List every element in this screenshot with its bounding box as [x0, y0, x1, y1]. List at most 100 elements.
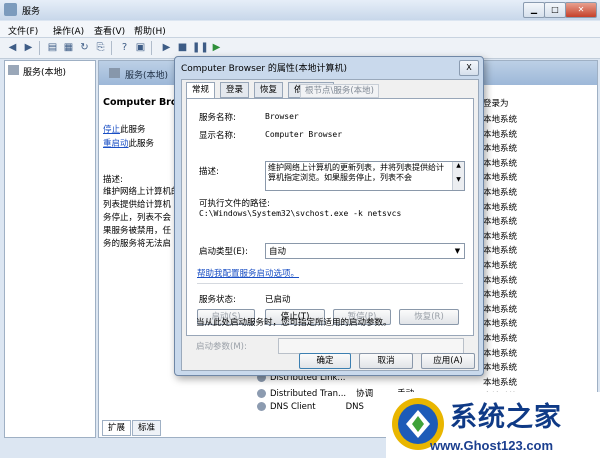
stop-service-link[interactable]: 停止此服务 — [103, 123, 146, 135]
logon-as-cell: 本地系统 — [483, 144, 518, 155]
console-tree-icon[interactable]: ▤ — [46, 41, 59, 54]
startup-type-select[interactable]: 自动 ▼ — [265, 243, 465, 259]
chevron-down-icon: ▼ — [454, 247, 461, 255]
show-hide-icon[interactable]: ▣ — [134, 41, 147, 54]
description-label: 描述: — [199, 167, 219, 177]
start-params-label: 启动参数(M): — [196, 342, 247, 352]
service-status-value: 已启动 — [265, 295, 291, 305]
service-name-value: Browser — [265, 112, 299, 121]
close-icon: ✕ — [577, 5, 585, 14]
tab-general[interactable]: 常规 — [186, 82, 216, 99]
executable-path-label: 可执行文件的路径: — [199, 199, 270, 209]
configure-startup-help-link[interactable]: 帮助我配置服务启动选项。 — [197, 267, 299, 279]
display-name-value: Computer Browser — [265, 130, 343, 139]
minimize-button[interactable]: ▁ — [523, 2, 545, 18]
dialog-close-button[interactable]: X — [459, 60, 479, 76]
tab-logon[interactable]: 登录 — [220, 82, 250, 98]
resume-button[interactable]: 恢复(R) — [399, 309, 459, 325]
title-bar: 服务 ▁ □ ✕ — [0, 0, 600, 20]
service-name-label: 服务名称: — [199, 113, 236, 123]
logon-as-cell: 本地系统 — [483, 261, 518, 271]
maximize-button[interactable]: □ — [544, 2, 566, 18]
logon-as-cell: 本地系统 — [483, 158, 518, 169]
logon-as-cell: 本地系统 — [483, 334, 518, 344]
toolbar-separator — [151, 41, 152, 55]
menu-help[interactable]: 帮助(H) — [134, 24, 166, 37]
executable-path-value: C:\Windows\System32\svchost.exe -k netsv… — [199, 209, 402, 218]
logon-as-cell: 本地系统 — [483, 202, 518, 213]
properties-sheet-icon[interactable]: ▦ — [62, 41, 75, 54]
tree-item-services-local[interactable]: 服务(本地) — [23, 65, 66, 78]
startup-type-label: 启动类型(E): — [199, 247, 248, 257]
pause-service-icon[interactable]: ❚❚ — [192, 41, 209, 54]
cancel-button[interactable]: 取消 — [359, 353, 413, 369]
gear-icon — [109, 68, 120, 78]
forward-arrow-icon[interactable]: ▶ — [22, 41, 35, 54]
table-row[interactable]: DNS Client DNS — [257, 402, 364, 412]
scroll-up-icon: ▲ — [456, 162, 461, 169]
startup-type-value: 自动 — [269, 247, 287, 257]
help-icon[interactable]: ? — [118, 41, 131, 54]
tab-extended[interactable]: 扩展 — [102, 420, 132, 436]
logon-as-cell: 本地系统 — [483, 275, 518, 286]
start-params-hint: 当从此处启动服务时，您可指定所适用的启动参数。 — [196, 318, 392, 328]
description-scrollbar[interactable]: ▲ ▼ — [452, 162, 464, 190]
logon-as-cell: 本地系统 — [483, 363, 518, 374]
console-tree: 服务(本地) — [4, 60, 96, 438]
description-line: 务的服务将无法启 — [103, 239, 172, 249]
maximize-icon: □ — [551, 5, 559, 14]
logon-as-cell: 本地系统 — [483, 377, 518, 388]
description-line: 务停止，列表不会 — [103, 213, 172, 223]
gear-icon — [257, 389, 266, 398]
gear-icon — [257, 402, 266, 411]
drag-tooltip: 根节点\服务(本地) — [300, 84, 379, 98]
logon-as-cell: 本地系统 — [483, 348, 518, 359]
logon-as-cell: 本地系统 — [483, 304, 518, 315]
restart-service-link[interactable]: 重启动此服务 — [103, 137, 154, 149]
start-params-input[interactable] — [278, 338, 464, 354]
close-icon: X — [466, 63, 472, 72]
logon-as-cell: 本地系统 — [483, 115, 518, 125]
menu-bar: 文件(F) 操作(A) 查看(V) 帮助(H) — [0, 21, 600, 38]
dialog-title: Computer Browser 的属性(本地计算机) — [181, 64, 347, 74]
dialog-title-bar: Computer Browser 的属性(本地计算机) X — [175, 57, 483, 77]
export-list-icon[interactable]: ⎘ — [94, 41, 107, 54]
tab-recovery[interactable]: 恢复 — [254, 82, 284, 98]
divider — [197, 283, 463, 284]
minimize-icon: ▁ — [530, 5, 538, 14]
logon-as-cell: 本地系统 — [483, 173, 518, 184]
description-line: 维护网络上计算机的 — [103, 187, 180, 197]
toolbar-separator — [39, 41, 40, 55]
gear-icon — [8, 65, 19, 75]
start-service-icon[interactable]: ▶ — [160, 41, 173, 54]
apply-button[interactable]: 应用(A) — [421, 353, 475, 369]
scroll-down-icon: ▼ — [456, 176, 461, 183]
tab-standard[interactable]: 标准 — [132, 420, 162, 436]
restart-service-icon[interactable]: ▶ — [210, 41, 223, 54]
back-arrow-icon[interactable]: ◀ — [6, 41, 19, 54]
description-text: 维护网络上计算机的更新列表，并将列表提供给计算机指定浏览。如果服务停止，列表不会 — [268, 163, 444, 182]
display-name-label: 显示名称: — [199, 131, 236, 141]
service-status-label: 服务状态: — [199, 295, 236, 305]
properties-dialog: Computer Browser 的属性(本地计算机) X 常规 登录 恢复 依… — [174, 56, 484, 376]
description-box[interactable]: 维护网络上计算机的更新列表，并将列表提供给计算机指定浏览。如果服务停止，列表不会… — [265, 161, 465, 191]
watermark-logo: 系统之家 www.Ghost123.com — [386, 392, 600, 458]
watermark-url: www.Ghost123.com — [430, 438, 554, 453]
logon-as-cell: 本地系统 — [483, 319, 518, 330]
menu-file[interactable]: 文件(F) — [8, 24, 38, 37]
close-button[interactable]: ✕ — [565, 2, 597, 18]
refresh-icon[interactable]: ↻ — [78, 41, 91, 54]
logon-as-cell: 本地系统 — [483, 290, 518, 301]
window-title: 服务 — [22, 7, 41, 17]
watermark-title: 系统之家 — [450, 402, 562, 433]
stop-service-icon[interactable]: ■ — [176, 41, 189, 54]
services-app-icon — [4, 3, 17, 16]
ok-button[interactable]: 确定 — [299, 353, 351, 369]
menu-view[interactable]: 查看(V) — [94, 24, 125, 37]
menu-action[interactable]: 操作(A) — [53, 24, 84, 37]
logon-as-cell: 本地系统 — [483, 129, 518, 140]
logon-as-cell: 本地系统 — [483, 231, 518, 242]
column-header-logon-as[interactable]: 登录为 — [483, 97, 509, 109]
general-tab-page: 服务名称: Browser 显示名称: Computer Browser 描述:… — [186, 98, 474, 336]
logon-as-cell: 本地系统 — [483, 217, 518, 228]
